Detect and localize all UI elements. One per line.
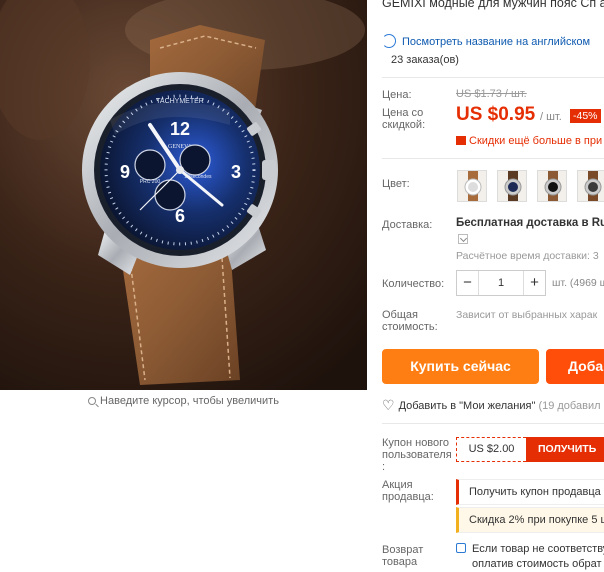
returns-info: Если товар не соответству оплатив стоимо…	[456, 542, 604, 572]
total-label: Общая стоимость:	[382, 309, 438, 333]
orders-count: 23 заказа(ов)	[391, 54, 459, 66]
heart-icon: ♡	[382, 397, 395, 413]
zoom-hint-text: Наведите курсор, чтобы увеличить	[100, 395, 279, 407]
price-label: Цена:	[382, 89, 412, 101]
quantity-label: Количество:	[382, 278, 445, 290]
quantity-available: шт. (4969 ш	[552, 277, 604, 289]
wishlist-count: (19 добавил	[538, 400, 601, 412]
current-price: US $0.95	[456, 104, 536, 125]
quantity-plus-button[interactable]: +	[523, 271, 545, 295]
gift-icon	[456, 136, 466, 145]
sub-dial-text-1: PRC 200	[140, 179, 161, 185]
divider	[382, 158, 604, 159]
translate-link-text[interactable]: Посмотреть название на английском	[402, 36, 590, 48]
bulk-discount-link[interactable]: Скидки ещё больше в при	[456, 135, 602, 147]
color-option-3[interactable]	[537, 170, 567, 202]
shield-icon	[456, 543, 466, 553]
coupon-amount: US $2.00	[456, 437, 526, 462]
returns-text: Если товар не соответству оплатив стоимо…	[472, 543, 604, 570]
product-image[interactable]: TACHYMETER 12 6 9 3 GENEVA PRC 200 20sec…	[0, 0, 367, 390]
shipping-label: Доставка:	[382, 219, 433, 231]
wishlist-link[interactable]: ♡ Добавить в "Мои желания" (19 добавил	[382, 397, 601, 414]
zoom-hint: Наведите курсор, чтобы увеличить	[0, 395, 367, 407]
quantity-input[interactable]	[479, 271, 523, 295]
color-option-1[interactable]	[457, 170, 487, 202]
translate-title-link[interactable]: Посмотреть название на английском	[382, 34, 604, 48]
color-thumb-image	[538, 171, 566, 201]
wishlist-text[interactable]: Добавить в "Мои желания"	[399, 400, 536, 412]
buy-now-button[interactable]: Купить сейчас	[382, 349, 539, 384]
dial-number-3: 3	[231, 162, 241, 182]
dial-number-9: 9	[120, 162, 130, 182]
divider	[382, 423, 604, 424]
watch-photo: TACHYMETER 12 6 9 3 GENEVA PRC 200 20sec…	[0, 0, 367, 390]
seller-coupon-item[interactable]: Получить купон продавца	[456, 479, 604, 505]
translate-icon	[382, 34, 396, 48]
total-value: Зависит от выбранных харак	[456, 309, 598, 321]
bulk-discount-text[interactable]: Скидки ещё больше в при	[469, 135, 602, 147]
old-price: US $1.73 / шт.	[456, 88, 527, 100]
quantity-stepper: − +	[456, 270, 546, 296]
product-title: GEMIXI модные для мужчин пояс Сп аналого…	[382, 0, 604, 10]
get-coupon-button[interactable]: ПОЛУЧИТЬ	[526, 437, 604, 462]
price-unit: / шт.	[540, 111, 562, 123]
color-option-4[interactable]	[577, 170, 604, 202]
color-thumb-image	[498, 171, 526, 201]
magnifier-icon	[88, 397, 97, 405]
add-to-cart-button[interactable]: Доба	[546, 349, 604, 384]
discount-badge: -45%	[570, 109, 601, 123]
new-user-coupon-label: Купон нового пользователя :	[382, 437, 452, 473]
quantity-minus-button[interactable]: −	[457, 271, 479, 295]
returns-label: Возврат товара	[382, 544, 424, 568]
dial-number-12: 12	[170, 119, 190, 139]
chevron-down-icon[interactable]	[458, 234, 468, 244]
product-info-panel: GEMIXI модные для мужчин пояс Сп аналого…	[382, 0, 604, 572]
sale-price-label: Цена со скидкой:	[382, 107, 426, 131]
color-thumb-image	[458, 171, 486, 201]
bulk-discount-item: Скидка 2% при покупке 5 ш	[456, 507, 604, 533]
color-thumb-image	[578, 171, 604, 201]
shipping-value[interactable]: Бесплатная доставка в Russ	[456, 217, 604, 229]
seller-promo-label: Акция продавца:	[382, 479, 434, 503]
divider	[382, 77, 604, 78]
color-label: Цвет:	[382, 178, 410, 190]
delivery-time: Расчётное время доставки: 3	[456, 250, 599, 262]
color-option-2[interactable]	[497, 170, 527, 202]
